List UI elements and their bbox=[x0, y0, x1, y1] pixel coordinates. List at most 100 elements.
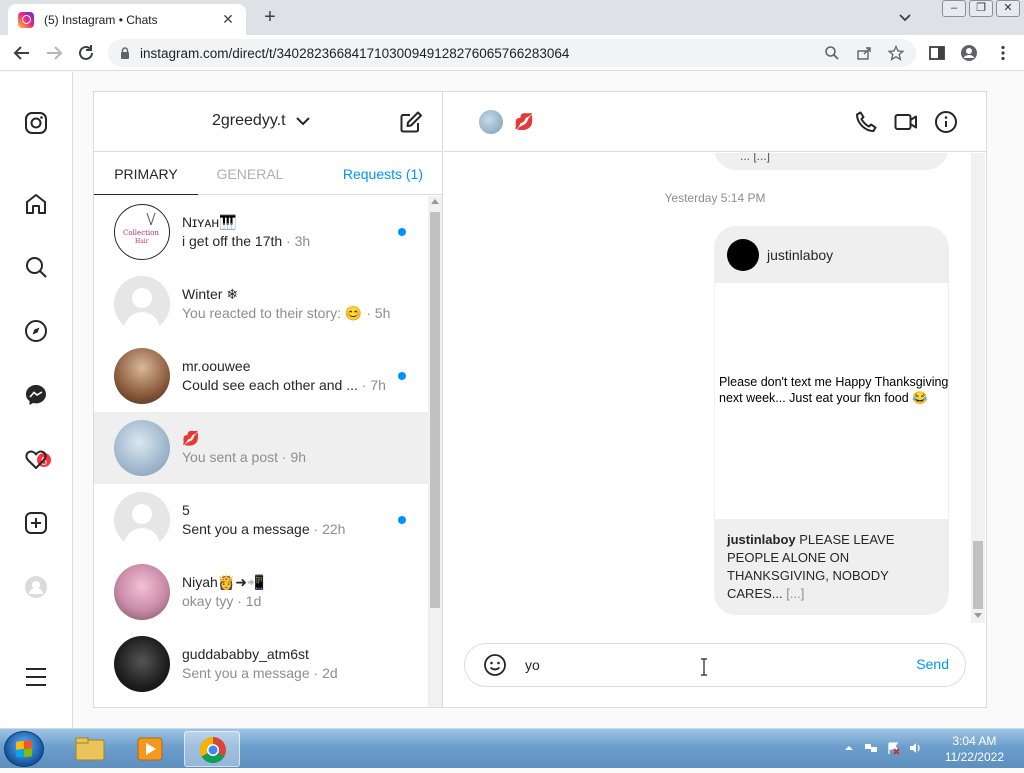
close-tab-icon[interactable]: ✕ bbox=[220, 11, 236, 28]
create-post-icon[interactable] bbox=[24, 511, 48, 535]
media-player-taskbar-icon[interactable] bbox=[122, 731, 178, 767]
hamburger-menu-icon[interactable] bbox=[24, 665, 48, 689]
post-image-text: Please don't text me Happy Thanksgiving … bbox=[719, 375, 949, 405]
explore-compass-icon[interactable] bbox=[24, 319, 48, 343]
window-controls: – ❐ ✕ bbox=[942, 0, 1020, 17]
avatar bbox=[114, 276, 170, 332]
instagram-nav-rail: 5 bbox=[0, 72, 73, 728]
new-message-compose-icon[interactable] bbox=[399, 110, 423, 134]
conversation-item[interactable]: Collection Hair Nɪʏᴀʜ🎹 i get off the 17th… bbox=[94, 196, 428, 268]
restore-button[interactable]: ❐ bbox=[969, 0, 993, 17]
search-icon[interactable] bbox=[24, 255, 48, 279]
phone-call-icon[interactable] bbox=[854, 110, 878, 134]
caption-more-link[interactable]: [...] bbox=[786, 586, 804, 601]
tab-general[interactable]: GENERAL bbox=[198, 153, 302, 195]
conversation-item[interactable]: guddababby_atm6st Sent you a message · 2… bbox=[94, 628, 428, 700]
conversation-name: Niyah👸➜📲 bbox=[182, 574, 265, 590]
thread-scrollbar[interactable] bbox=[971, 153, 985, 623]
info-icon[interactable] bbox=[934, 110, 958, 134]
scrollbar-thumb[interactable] bbox=[430, 212, 440, 608]
previous-message-bubble[interactable]: ... [...] bbox=[714, 153, 948, 170]
avatar bbox=[114, 420, 170, 476]
clock-time: 3:04 AM bbox=[952, 734, 997, 748]
direct-inbox: 2greedyy.t PRIMARY GENERAL Requests (1) … bbox=[93, 91, 987, 708]
text-cursor-icon bbox=[701, 658, 707, 676]
unread-dot bbox=[398, 228, 406, 236]
instagram-logo-icon[interactable] bbox=[24, 111, 48, 135]
tab-requests[interactable]: Requests (1) bbox=[343, 153, 423, 195]
caption-username: justinlaboy bbox=[727, 532, 796, 547]
message-list: ... [...] Yesterday 5:14 PM justinlaboy … bbox=[444, 153, 986, 623]
browser-tab[interactable]: (5) Instagram • Chats ✕ bbox=[8, 4, 246, 35]
contact-name[interactable]: 💋 bbox=[514, 112, 534, 132]
new-tab-button[interactable]: + bbox=[258, 6, 282, 29]
home-icon[interactable] bbox=[24, 192, 48, 216]
conversation-list-pane: 2greedyy.t PRIMARY GENERAL Requests (1) … bbox=[94, 92, 443, 707]
back-arrow-icon[interactable] bbox=[12, 43, 32, 63]
more-menu-icon[interactable] bbox=[994, 44, 1012, 62]
forward-arrow-icon[interactable] bbox=[44, 43, 64, 63]
profile-avatar-icon[interactable] bbox=[24, 575, 48, 599]
side-panel-icon[interactable] bbox=[928, 44, 946, 62]
bookmark-star-icon[interactable] bbox=[888, 45, 904, 61]
system-tray bbox=[842, 741, 922, 755]
scrollbar-thumb[interactable] bbox=[973, 541, 983, 609]
message-input[interactable] bbox=[525, 654, 905, 676]
minimize-button[interactable]: – bbox=[942, 0, 966, 17]
avatar bbox=[114, 492, 170, 548]
conversation-item[interactable]: 5 Sent you a message · 22h bbox=[94, 484, 428, 556]
conversation-item[interactable]: mr.oouwee Could see each other and ... ·… bbox=[94, 340, 428, 412]
close-window-button[interactable]: ✕ bbox=[996, 0, 1020, 17]
video-call-icon[interactable] bbox=[894, 110, 918, 134]
system-clock[interactable]: 3:04 AM 11/22/2022 bbox=[945, 733, 1004, 765]
network-icon[interactable] bbox=[864, 741, 878, 755]
profile-icon[interactable] bbox=[960, 44, 978, 62]
show-hidden-icons-icon[interactable] bbox=[842, 741, 856, 755]
post-image[interactable]: Please don't text me Happy Thanksgiving … bbox=[715, 283, 949, 519]
share-icon[interactable] bbox=[856, 45, 872, 61]
emoji-icon[interactable] bbox=[483, 653, 507, 677]
post-author-username[interactable]: justinlaboy bbox=[767, 247, 833, 263]
clock-date: 11/22/2022 bbox=[944, 750, 1004, 764]
conversation-preview: You sent a post · 9h bbox=[182, 449, 307, 465]
contact-avatar[interactable] bbox=[479, 110, 503, 134]
zoom-search-icon[interactable] bbox=[824, 45, 840, 61]
conversation-list: Collection Hair Nɪʏᴀʜ🎹 i get off the 17th… bbox=[94, 196, 428, 707]
account-username: 2greedyy.t bbox=[212, 112, 286, 129]
file-explorer-taskbar-icon[interactable] bbox=[62, 731, 118, 767]
address-bar[interactable]: instagram.com/direct/t/34028236684171030… bbox=[108, 39, 916, 67]
start-button[interactable] bbox=[4, 731, 44, 767]
heart-icon[interactable] bbox=[24, 447, 48, 471]
message-thread-pane: 💋 ... [...] Yesterday 5:14 PM justinlabo… bbox=[444, 92, 986, 707]
conversation-item[interactable]: Winter ❄ You reacted to their story: 😊 ·… bbox=[94, 268, 428, 340]
conversation-list-scrollbar[interactable] bbox=[428, 196, 442, 707]
avatar bbox=[114, 636, 170, 692]
conversation-item[interactable]: Niyah👸➜📲 okay tyy · 1d bbox=[94, 556, 428, 628]
scroll-up-arrow-icon[interactable] bbox=[431, 199, 439, 204]
avatar bbox=[114, 564, 170, 620]
post-author-avatar bbox=[727, 239, 759, 271]
tab-search-chevron-icon[interactable] bbox=[896, 8, 914, 26]
conversation-preview: Sent you a message · 22h bbox=[182, 521, 346, 537]
volume-icon[interactable] bbox=[908, 741, 922, 755]
action-center-flag-icon[interactable] bbox=[886, 741, 900, 755]
previous-message-snippet: ... [...] bbox=[740, 153, 771, 163]
conversation-name: 5 bbox=[182, 502, 190, 518]
shared-post-card[interactable]: justinlaboy Please don't text me Happy T… bbox=[714, 226, 949, 615]
avatar: Collection Hair bbox=[114, 204, 170, 260]
chrome-taskbar-icon[interactable] bbox=[184, 731, 240, 767]
send-button[interactable]: Send bbox=[916, 656, 949, 672]
account-switcher[interactable]: 2greedyy.t bbox=[212, 112, 312, 130]
messenger-icon[interactable] bbox=[24, 383, 48, 407]
inbox-tabs: PRIMARY GENERAL Requests (1) bbox=[94, 153, 443, 195]
post-header: justinlaboy bbox=[715, 227, 948, 283]
browser-tab-strip: (5) Instagram • Chats ✕ + – ❐ ✕ bbox=[0, 0, 1024, 35]
instagram-favicon-icon bbox=[18, 11, 34, 28]
tab-primary[interactable]: PRIMARY bbox=[94, 153, 198, 195]
conversation-preview: You reacted to their story: 😊 · 5h bbox=[182, 305, 391, 321]
scroll-down-arrow-icon[interactable] bbox=[974, 613, 982, 618]
reload-icon[interactable] bbox=[76, 43, 96, 63]
svg-text:Hair: Hair bbox=[135, 238, 149, 245]
conversation-name: Nɪʏᴀʜ🎹 bbox=[182, 214, 237, 230]
conversation-item[interactable]: 💋 You sent a post · 9h bbox=[94, 412, 428, 484]
